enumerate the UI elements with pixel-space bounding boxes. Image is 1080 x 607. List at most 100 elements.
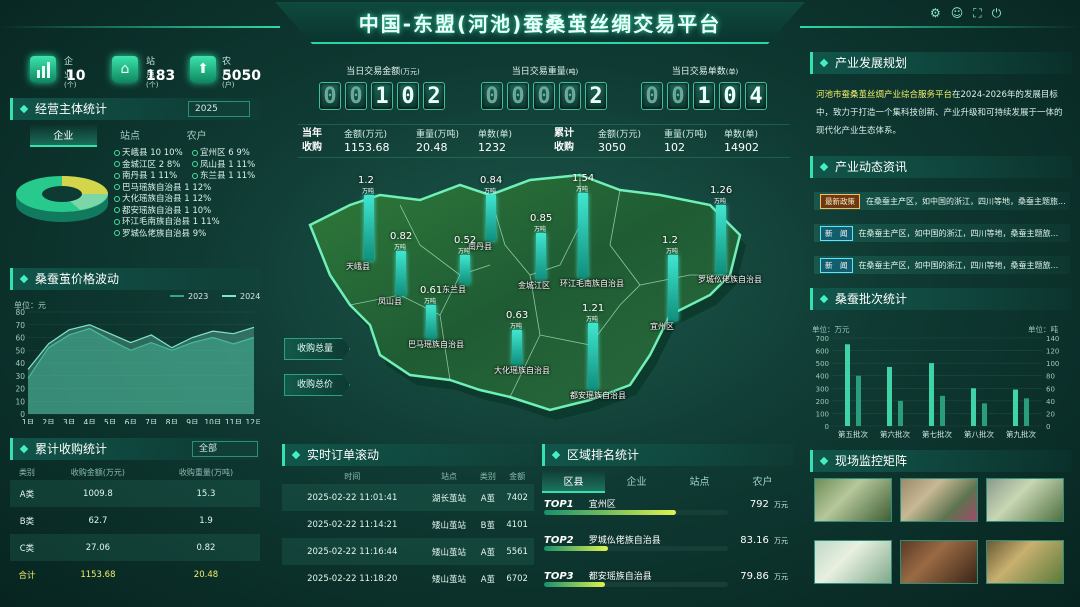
cum-count-value: 14902 xyxy=(724,141,759,154)
batch-right-tick: 20 xyxy=(1046,410,1055,418)
map-marker[interactable]: 1.2 万吨 天峨县 xyxy=(346,175,374,272)
camera-feed-4[interactable] xyxy=(814,540,892,584)
header-right-line xyxy=(800,26,1080,28)
map-marker[interactable]: 0.61 万吨 巴马瑶族自治县 xyxy=(408,285,464,350)
tab-station[interactable]: 站点 xyxy=(668,470,731,493)
tab-county[interactable]: 区县 xyxy=(542,470,605,493)
map-region-label: 巴马瑶族自治县 xyxy=(408,339,464,349)
map-marker[interactable]: 0.85 万吨 金城江区 xyxy=(518,213,552,291)
batch-amount-bar xyxy=(845,344,850,426)
batch-left-tick: 600 xyxy=(816,348,829,356)
table-row[interactable]: 2025-02-22 11:18:20 矮山茧站 A茧 6702 xyxy=(282,565,534,592)
tab-household[interactable]: 农户 xyxy=(163,124,230,147)
cum-weight-value: 102 xyxy=(664,141,685,154)
summary-year-heading: 当年 收购 xyxy=(302,128,322,153)
table-row[interactable]: A类 1009.8 15.3 xyxy=(10,480,260,507)
camera-feed-1[interactable] xyxy=(814,478,892,522)
batch-left-tick: 300 xyxy=(816,385,829,393)
factory-icon xyxy=(30,56,56,82)
news-item[interactable]: 新 闻在桑蚕主产区，如中国的浙江，四川等地，桑蚕主题旅... xyxy=(814,256,1070,274)
batch-weight-bar xyxy=(1024,398,1029,426)
power-icon[interactable]: ⏻ xyxy=(992,6,1012,20)
camera-feed-2[interactable] xyxy=(900,478,978,522)
map-marker[interactable]: 0.82 万吨 凤山县 xyxy=(378,231,412,307)
user-icon[interactable]: ☺ xyxy=(951,6,974,20)
tab-enterprise[interactable]: 企业 xyxy=(30,124,97,147)
today-amount-digits: 00102 xyxy=(319,82,445,110)
ranking-item[interactable]: TOP3 都安瑶族自治县 79.86 万元 xyxy=(544,564,792,600)
year-amount-value: 1153.68 xyxy=(344,141,390,154)
tab-household[interactable]: 农户 xyxy=(731,470,794,493)
news-item[interactable]: 新 闻在桑蚕主产区，如中国的浙江，四川等地，桑蚕主题旅... xyxy=(814,224,1070,242)
map-markers: 1.2 万吨 天峨县 0.84 万吨 南丹县 1.54 万吨 环江毛南族自治县 1.26 万吨 罗城仫… xyxy=(290,165,770,445)
ranking-item[interactable]: TOP1 宜州区 792 万元 xyxy=(544,492,792,528)
news-item[interactable]: 最新政策 在桑蚕主产区，如中国的浙江，四川等地，桑蚕主题旅... xyxy=(814,192,1070,210)
map-marker[interactable]: 1.2 万吨 宜州区 xyxy=(650,235,678,332)
total-price-button[interactable]: 收购总价 xyxy=(284,374,350,396)
table-row[interactable]: B类 62.7 1.9 xyxy=(10,507,260,534)
tab-enterprise[interactable]: 企业 xyxy=(605,470,668,493)
map-marker-bar xyxy=(578,193,588,278)
batch-weight-bar xyxy=(940,395,945,426)
price-xtick: 1月 xyxy=(22,418,34,424)
digit: 0 xyxy=(559,82,581,110)
price-xtick: 2月 xyxy=(42,418,54,424)
map-marker[interactable]: 1.26 万吨 罗城仫佬族自治县 xyxy=(698,185,762,285)
house-icon: ⬆ xyxy=(190,56,216,82)
map-marker[interactable]: 0.63 万吨 大化瑶族自治县 xyxy=(494,310,550,376)
ranking-tabs: 区县 企业 站点 农户 xyxy=(542,470,794,493)
stat-enterprise: 企业(个) 10 xyxy=(30,56,85,89)
map-marker[interactable]: 1.54 万吨 环江毛南族自治县 xyxy=(560,173,624,289)
price-xtick: 8月 xyxy=(166,418,178,424)
fullscreen-icon[interactable]: ⛶ xyxy=(973,6,991,20)
map-marker-unit: 万吨 xyxy=(714,198,727,205)
batch-right-tick: 100 xyxy=(1046,360,1059,368)
camera-feed-6[interactable] xyxy=(986,540,1064,584)
table-header-row: 时间 站点 类别 金额 xyxy=(344,471,526,481)
today-weight-label: 当日交易重量(吨) xyxy=(511,67,579,77)
table-row[interactable]: C类 27.06 0.82 xyxy=(10,534,260,561)
legend-item: 宜州区 6 9% xyxy=(192,148,255,160)
table-row[interactable]: 2025-02-22 11:14:21 矮山茧站 B茧 4101 xyxy=(282,511,534,538)
purchase-table: 类别 收购金额(万元) 收购重量(万吨) A类 1009.8 15.3 B类 62.7… xyxy=(10,464,260,588)
map-marker-bar xyxy=(486,195,496,242)
map-marker-value: 0.63 xyxy=(506,310,529,321)
map-region-label: 天峨县 xyxy=(346,262,370,271)
price-xtick: 9月 xyxy=(186,418,198,424)
map-marker[interactable]: 0.84 万吨 南丹县 xyxy=(468,175,502,252)
news-title: 产业动态资讯 xyxy=(810,156,1072,178)
digit: 2 xyxy=(423,82,445,110)
price-panel: 桑蚕茧价格波动 单位：元 0 10 20 30 40 50 60 70 80 1月 2月 3月 4月 5月… xyxy=(10,268,260,428)
digit: 0 xyxy=(319,82,341,110)
batch-left-tick: 400 xyxy=(816,373,829,381)
map-marker-unit: 万吨 xyxy=(534,226,547,233)
map-marker-unit: 万吨 xyxy=(458,248,471,255)
year-select[interactable]: 2025 xyxy=(188,101,250,117)
map-region-label: 凤山县 xyxy=(378,297,402,307)
price-ytick: 60 xyxy=(15,334,25,343)
price-ytick: 70 xyxy=(15,321,25,330)
camera-feed-5[interactable] xyxy=(900,540,978,584)
operators-donut-chart xyxy=(16,176,108,222)
map-marker-value: 1.26 xyxy=(710,185,733,196)
price-ytick: 20 xyxy=(15,385,25,394)
legend-item: 巴马瑶族自治县 1 12% xyxy=(114,183,220,195)
ranking-item[interactable]: TOP2 罗城仫佬族自治县 83.16 万元 xyxy=(544,528,792,564)
batch-left-tick: 0 xyxy=(825,423,829,431)
purchase-filter-select[interactable]: 全部 xyxy=(192,441,258,457)
donut-hole xyxy=(42,186,82,202)
settings-icon[interactable]: ⚙ xyxy=(930,6,951,20)
tab-station[interactable]: 站点 xyxy=(97,124,164,147)
operators-panel: 经营主体统计 2025 企业 站点 农户 天峨县 10 10% 金城江区 2 8… xyxy=(10,98,260,260)
table-row[interactable]: 2025-02-22 11:16:44 矮山茧站 A茧 5561 xyxy=(282,538,534,565)
price-xtick: 12月 xyxy=(245,418,260,424)
total-volume-button[interactable]: 收购总量 xyxy=(284,338,350,360)
map-region-label: 环江毛南族自治县 xyxy=(560,278,624,288)
table-header-row: 类别 收购金额(万元) 收购重量(万吨) xyxy=(10,464,260,480)
table-row[interactable]: 2025-02-22 11:01:41 湖长茧站 A茧 7402 xyxy=(282,484,534,511)
map-marker[interactable]: 1.21 万吨 都安瑶族自治县 xyxy=(570,303,626,401)
batch-left-tick: 500 xyxy=(816,360,829,368)
camera-feed-3[interactable] xyxy=(986,478,1064,522)
col-weight: 收购重量(万吨) xyxy=(178,467,234,477)
digit: 0 xyxy=(481,82,503,110)
